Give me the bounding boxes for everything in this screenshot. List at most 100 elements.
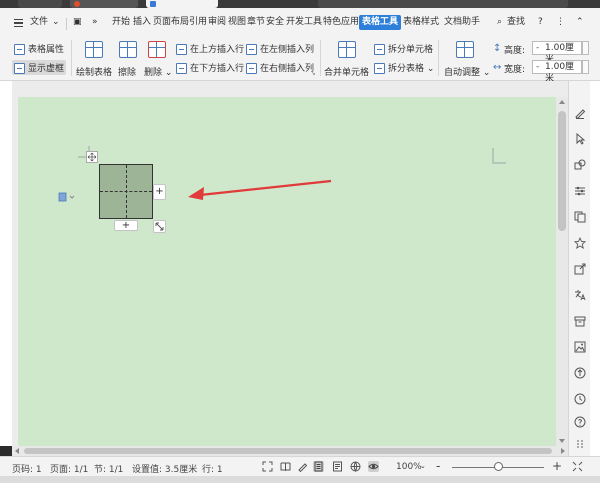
full-screen-icon[interactable] [262, 461, 273, 472]
fit-window-icon[interactable] [572, 461, 583, 472]
tab-security[interactable]: 安全 [266, 15, 284, 30]
badge-icon[interactable] [574, 367, 586, 379]
history-icon[interactable] [574, 393, 586, 405]
tab-review[interactable]: 审阅 [208, 15, 226, 30]
save-icon[interactable]: ▣ [73, 15, 82, 30]
delete-button[interactable]: 删除 ⌄ [144, 38, 172, 78]
tab-doc-assistant[interactable]: 文档助手 [444, 15, 480, 30]
dialog-launcher-icon[interactable]: ↘ [310, 69, 316, 77]
auto-fit-button[interactable]: 自动调整 ⌄ [444, 38, 491, 78]
width-decrement[interactable]: - [536, 61, 539, 73]
insert-row-above-button[interactable]: 在上方插入行 [176, 42, 244, 55]
app-icon [74, 1, 80, 7]
auto-fit-text: 自动调整 [444, 68, 481, 78]
search-label[interactable]: 查找 [507, 15, 525, 30]
shapes-icon[interactable] [574, 159, 586, 171]
page-indicator-icon[interactable] [58, 192, 76, 205]
split-table-label: 拆分表格 [388, 64, 425, 74]
add-row-button[interactable]: + [114, 220, 138, 231]
status-section: 节: 1/1 [94, 465, 124, 475]
help-icon[interactable]: ? [538, 15, 543, 30]
tab-references[interactable]: 引用 [189, 15, 207, 30]
table-2x2[interactable] [99, 164, 153, 219]
help-circle-icon[interactable] [574, 416, 586, 428]
grip-icon[interactable] [574, 438, 586, 450]
table-properties-button[interactable]: 表格属性 [14, 42, 64, 55]
vertical-scrollbar[interactable] [556, 97, 568, 446]
scroll-right-icon[interactable] [561, 448, 565, 454]
search-icon[interactable]: ⌕ [497, 15, 502, 30]
eraser-icon [119, 41, 137, 58]
tab-home[interactable]: 开始 [112, 15, 130, 30]
horizontal-scroll-thumb[interactable] [24, 448, 552, 454]
cell-border-horizontal [100, 191, 152, 192]
document-page[interactable] [18, 97, 556, 446]
more-chevron-icon[interactable]: » [92, 15, 98, 30]
zoom-slider-thumb[interactable] [494, 462, 503, 471]
zoom-in-button[interactable]: + [552, 459, 562, 473]
read-mode-icon[interactable] [280, 461, 291, 472]
eye-protection-icon[interactable] [368, 461, 379, 472]
table-move-handle-icon[interactable] [86, 151, 98, 163]
height-input[interactable]: -1.00厘米 [532, 41, 582, 65]
more-options-icon[interactable]: ⋮ [556, 15, 565, 30]
width-increment[interactable] [582, 60, 589, 74]
doc-tab-active[interactable] [146, 0, 218, 8]
page-view-icon[interactable] [313, 461, 324, 472]
chevron-down-icon[interactable]: ⌄ [52, 15, 60, 30]
tab-chapter[interactable]: 章节 [247, 15, 265, 30]
tab-layout[interactable]: 页面布局 [153, 15, 189, 30]
insert-above-label: 在上方插入行 [190, 45, 245, 55]
translate-icon[interactable] [574, 289, 586, 301]
cursor-select-icon[interactable] [574, 133, 586, 145]
insert-right-icon [246, 63, 257, 74]
height-increment[interactable] [582, 41, 589, 55]
doc-tab-1[interactable] [70, 0, 138, 8]
merge-cells-button[interactable]: 合并单元格 [324, 38, 370, 78]
zoom-out-button[interactable]: - [436, 459, 440, 473]
zoom-level[interactable]: 100% [396, 462, 422, 472]
insert-col-left-button[interactable]: 在左侧插入列 [246, 42, 314, 55]
share-icon[interactable] [574, 263, 586, 275]
scroll-down-icon[interactable] [559, 439, 565, 443]
tab-insert[interactable]: 插入 [133, 15, 151, 30]
outline-view-icon[interactable] [332, 461, 343, 472]
insert-row-below-button[interactable]: 在下方插入行 [176, 61, 244, 74]
width-input[interactable]: -1.00厘米 [532, 60, 582, 84]
resize-table-icon[interactable] [153, 220, 166, 233]
split-cells-button[interactable]: 拆分单元格 [374, 42, 433, 55]
tab-developer[interactable]: 开发工具 [286, 15, 322, 30]
edit-mode-icon[interactable] [297, 461, 308, 472]
archive-icon[interactable] [574, 315, 586, 327]
pen-icon[interactable] [574, 107, 586, 119]
zoom-menu-chevron-icon[interactable]: ⌄ [420, 462, 426, 470]
horizontal-scrollbar[interactable] [12, 446, 568, 456]
split-table-button[interactable]: 拆分表格 ⌄ [374, 61, 434, 74]
hamburger-icon[interactable] [14, 19, 23, 27]
vertical-scroll-thumb[interactable] [558, 111, 566, 231]
auto-fit-label: 自动调整 ⌄ [444, 68, 491, 78]
star-icon[interactable] [574, 237, 586, 249]
collapse-ribbon-icon[interactable]: ⌃ [576, 15, 584, 30]
sliders-icon[interactable] [574, 185, 586, 197]
tab-view[interactable]: 视图 [228, 15, 246, 30]
eraser-button[interactable]: 擦除 [116, 38, 140, 78]
taskbar-peek [0, 476, 600, 483]
status-setting: 设置值: 3.5厘米 [132, 465, 198, 475]
draw-table-button[interactable]: 绘制表格 [76, 38, 112, 78]
insert-above-icon [176, 44, 187, 55]
menu-file[interactable]: 文件 [30, 15, 48, 30]
tab-table-tools[interactable]: 表格工具 [359, 15, 402, 30]
tab-features[interactable]: 特色应用 [323, 15, 359, 30]
home-tab[interactable] [18, 0, 62, 8]
image-icon[interactable] [574, 341, 586, 353]
height-decrement[interactable]: - [536, 42, 539, 54]
tab-table-style[interactable]: 表格样式 [403, 15, 439, 30]
web-view-icon[interactable] [350, 461, 361, 472]
copy-icon[interactable] [574, 211, 586, 223]
show-gridlines-button[interactable]: 显示虚框 [12, 60, 67, 75]
scroll-left-icon[interactable] [15, 448, 19, 454]
add-column-button[interactable]: + [153, 184, 166, 200]
scroll-up-icon[interactable] [559, 100, 565, 104]
insert-col-right-button[interactable]: 在右侧插入列 [246, 61, 314, 74]
